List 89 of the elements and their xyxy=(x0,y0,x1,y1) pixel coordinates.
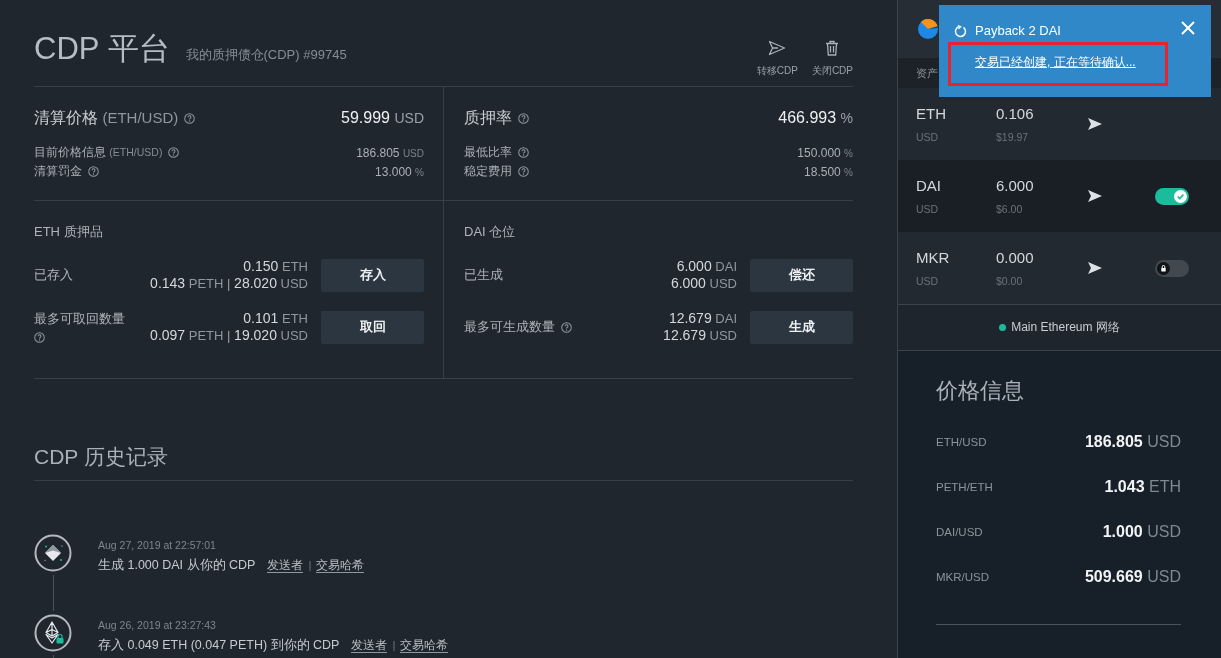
usd-value: $6.00 xyxy=(996,201,1023,216)
detail-label: 最低比率 xyxy=(464,144,512,161)
date-text: Aug 26, 2019 at 23:27:43 xyxy=(98,618,216,632)
history-link[interactable]: 交易哈希 xyxy=(316,558,365,573)
section-title: ETH 质押品 xyxy=(34,223,103,241)
notification-title: Payback 2 DAI xyxy=(975,23,1061,39)
currency-label: USD xyxy=(916,273,939,288)
action-button[interactable]: 取回 xyxy=(321,310,424,344)
action-button[interactable]: 存入 xyxy=(321,258,424,292)
amount-text: 6.000 USD xyxy=(670,275,737,292)
detail-label: 目前价格信息 (ETH/USD) xyxy=(34,144,163,161)
amount-text: 12.679 USD xyxy=(663,327,737,344)
metric-value: 466.993 % xyxy=(778,109,853,127)
section-heading: CDP 历史记录 xyxy=(34,444,168,470)
amount-text: 0.101 ETH xyxy=(242,310,308,327)
loading-icon xyxy=(954,24,967,38)
panel-title: 价格信息 xyxy=(936,377,1024,405)
amount-text: 0.143 PETH | 28.020 USD xyxy=(150,275,308,292)
toggle-switch[interactable] xyxy=(1155,259,1189,277)
column-header: 资产 xyxy=(916,65,938,81)
row-label: 已存入 xyxy=(34,266,73,284)
action-button[interactable]: 生成 xyxy=(750,310,853,344)
pair-label: PETH/ETH xyxy=(936,480,993,493)
currency-label: USD xyxy=(916,201,939,216)
page-title: CDP 平台 xyxy=(34,30,170,68)
metric-title: 质押率 xyxy=(464,107,512,128)
token-amount: 6.000 xyxy=(996,175,1034,196)
send-icon xyxy=(768,40,787,56)
history-link[interactable]: 发送者 xyxy=(351,638,388,653)
detail-value: 13.000 % xyxy=(375,164,424,179)
close-icon[interactable] xyxy=(1181,21,1195,35)
price-value: 1.043 ETH xyxy=(1104,477,1181,496)
action-button[interactable]: 关闭CDP xyxy=(811,40,853,78)
token-symbol: ETH xyxy=(916,103,946,124)
date-text: Aug 27, 2019 at 22:57:01 xyxy=(98,538,216,552)
logo-icon xyxy=(918,19,938,39)
crystal-lock-icon xyxy=(34,614,72,652)
token-amount: 0.000 xyxy=(996,247,1034,268)
detail-label: 稳定费用 xyxy=(464,163,512,180)
history-link[interactable]: 交易哈希 xyxy=(400,638,449,653)
price-value: 509.669 USD xyxy=(1084,567,1181,586)
metric-title: 清算价格 (ETH/USD) xyxy=(34,107,179,128)
send-icon[interactable] xyxy=(1088,190,1102,202)
row-label: 已生成 xyxy=(464,266,503,284)
token-symbol: DAI xyxy=(916,175,941,196)
detail-value: 18.500 % xyxy=(804,164,853,179)
detail-value: 150.000 % xyxy=(797,145,853,160)
separator-text: | xyxy=(308,558,312,573)
price-value: 1.000 USD xyxy=(1102,522,1181,541)
usd-value: $19.97 xyxy=(996,129,1029,144)
help-icon[interactable] xyxy=(88,166,99,177)
metric-value: 59.999 USD xyxy=(341,109,424,127)
pair-label: MKR/USD xyxy=(936,570,990,583)
detail-label: 清算罚金 xyxy=(34,163,82,180)
token-amount: 0.106 xyxy=(996,103,1034,124)
price-value: 186.805 USD xyxy=(1084,432,1181,451)
amount-text: 0.097 PETH | 19.020 USD xyxy=(150,327,308,344)
pair-label: ETH/USD xyxy=(936,435,987,448)
toggle-switch[interactable] xyxy=(1155,187,1189,205)
help-icon[interactable] xyxy=(168,147,180,158)
separator-text: | xyxy=(392,638,396,653)
row-label: 最多可生成数量 xyxy=(464,318,555,336)
help-icon[interactable] xyxy=(518,112,529,124)
history-text: 生成 1.000 DAI 从你的 CDP xyxy=(98,557,256,574)
usd-value: $0.00 xyxy=(996,273,1023,288)
history-text: 存入 0.049 ETH (0.047 PETH) 到你的 CDP xyxy=(98,637,340,654)
section-title: DAI 仓位 xyxy=(464,223,516,241)
amount-text: 0.150 ETH xyxy=(242,258,308,275)
network-label: Main Ethereum 网络 xyxy=(1011,319,1120,336)
amount-text: 6.000 DAI xyxy=(675,258,737,275)
token-symbol: MKR xyxy=(916,247,950,268)
trash-icon xyxy=(825,40,840,56)
currency-label: USD xyxy=(916,129,939,144)
help-icon[interactable] xyxy=(561,321,572,333)
help-icon[interactable] xyxy=(184,112,196,124)
action-button[interactable]: 转移CDP xyxy=(756,40,798,78)
notification-link[interactable]: 交易已经创建, 正在等待确认... xyxy=(975,55,1136,70)
detail-value: 186.805 USD xyxy=(356,145,424,160)
help-icon[interactable] xyxy=(518,147,529,158)
send-icon[interactable] xyxy=(1088,262,1102,274)
help-icon[interactable] xyxy=(518,166,529,177)
page-subtitle: 我的质押债仓(CDP) #99745 xyxy=(185,46,347,64)
history-link[interactable]: 发送者 xyxy=(267,558,304,573)
send-icon[interactable] xyxy=(1088,118,1102,130)
action-button[interactable]: 偿还 xyxy=(750,258,853,292)
row-label: 最多可取回数量 xyxy=(34,311,125,328)
pair-label: DAI/USD xyxy=(936,525,983,538)
help-icon[interactable] xyxy=(34,332,45,343)
amount-text: 12.679 DAI xyxy=(667,310,737,327)
